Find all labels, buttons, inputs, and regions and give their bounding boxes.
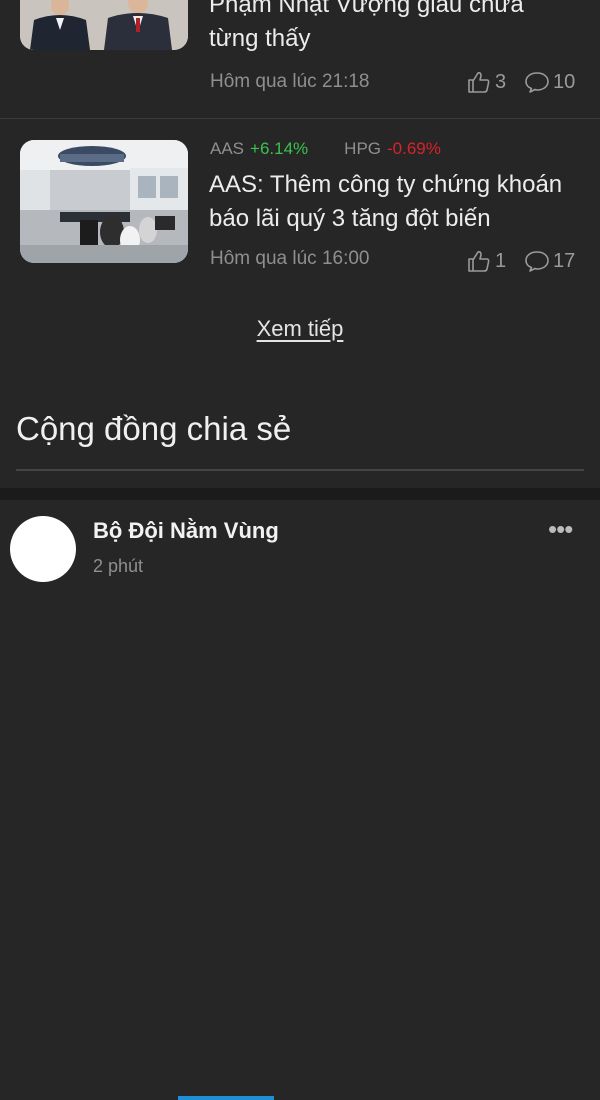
ticker-change-down: -0.69% [387, 139, 441, 158]
post-author[interactable]: Bộ Đội Nằm Vùng [93, 518, 279, 544]
ticker-symbol[interactable]: AAS [210, 139, 244, 159]
comment-count[interactable]: 17 [524, 249, 575, 273]
comment-count-value: 17 [553, 249, 576, 272]
community-post[interactable]: Bộ Đội Nằm Vùng 2 phút ••• [0, 500, 600, 1100]
article-title[interactable]: Phạm Nhật Vượng giàu chưa từng thấy [209, 0, 589, 56]
post-time: 2 phút [93, 556, 144, 576]
news-item[interactable]: Phạm Nhật Vượng giàu chưa từng thấy Hôm … [0, 0, 600, 118]
like-count-value: 3 [495, 70, 507, 93]
article-time: Hôm qua lúc 16:00 [210, 248, 370, 269]
article-title[interactable]: AAS: Thêm công ty chứng khoán báo lãi qu… [209, 168, 589, 236]
like-count-value: 1 [495, 249, 507, 272]
comment-count-value: 10 [553, 70, 576, 93]
section-divider [16, 469, 584, 471]
ticker-symbol[interactable]: HPG [344, 139, 381, 159]
article-time: Hôm qua lúc 21:18 [210, 71, 370, 92]
ticker-change-up: +6.14% [250, 139, 309, 158]
comment-icon [525, 251, 549, 272]
article-title-line: Phạm Nhật Vượng giàu chưa [209, 0, 524, 18]
section-separator-band [0, 488, 600, 500]
article-thumbnail[interactable] [20, 0, 188, 50]
thumbs-up-icon [468, 72, 490, 93]
post-content-accent [178, 1096, 274, 1100]
see-more-link[interactable]: Xem tiếp [0, 316, 600, 342]
article-title-line: AAS: Thêm công ty chứng khoán [209, 171, 563, 198]
more-horizontal-icon[interactable]: ••• [548, 514, 573, 545]
article-title-line: báo lãi quý 3 tăng đột biến [209, 205, 491, 232]
photo-businessmen-image [20, 0, 188, 50]
comment-icon [525, 72, 549, 93]
thumbs-up-icon [468, 251, 490, 272]
like-count[interactable]: 1 [466, 249, 506, 273]
ticker-gap [314, 139, 338, 159]
photo-trading-floor-image [20, 140, 188, 263]
section-title: Cộng đồng chia sẻ [16, 410, 292, 447]
comment-count[interactable]: 10 [524, 70, 575, 94]
avatar[interactable] [10, 516, 76, 582]
article-thumbnail[interactable] [20, 140, 188, 263]
article-title-line: từng thấy [209, 25, 311, 52]
stock-tickers: AAS +6.14% HPG -0.69% [210, 139, 441, 159]
like-count[interactable]: 3 [466, 70, 506, 94]
news-item[interactable]: AAS +6.14% HPG -0.69% AAS: Thêm công ty … [0, 119, 600, 289]
